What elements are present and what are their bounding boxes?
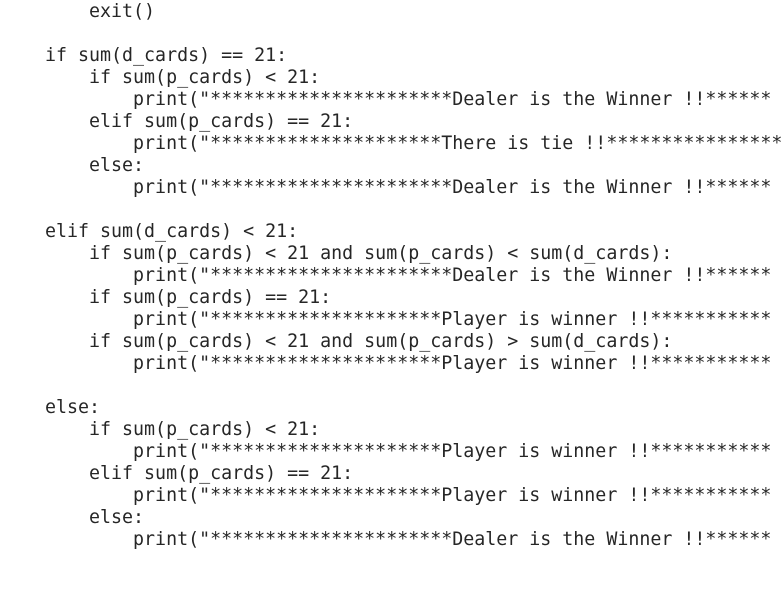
code-line-14: if sum(p_cards) == 21: — [45, 287, 332, 308]
code-line-17: print("*********************Player is wi… — [45, 353, 772, 374]
code-line-23: print("*********************Player is wi… — [45, 485, 772, 506]
code-line-25: print("**********************Dealer is t… — [45, 529, 772, 550]
code-line-21: print("*********************Player is wi… — [45, 441, 772, 462]
code-line-9: print("**********************Dealer is t… — [45, 177, 772, 198]
code-line-20: if sum(p_cards) < 21: — [45, 419, 321, 440]
code-line-12: if sum(p_cards) < 21 and sum(p_cards) < … — [45, 243, 673, 264]
code-line-5: print("**********************Dealer is t… — [45, 89, 772, 110]
code-line-8: else: — [45, 155, 145, 176]
code-line-13: print("**********************Dealer is t… — [45, 265, 772, 286]
code-line-7: print("*********************There is tie… — [45, 133, 782, 154]
code-line-22: elif sum(p_cards) == 21: — [45, 463, 354, 484]
code-line-19: else: — [45, 397, 101, 418]
code-line-24: else: — [45, 507, 145, 528]
code-line-16: if sum(p_cards) < 21 and sum(p_cards) > … — [45, 331, 673, 352]
code-line-6: elif sum(p_cards) == 21: — [45, 111, 354, 132]
code-line-15: print("*********************Player is wi… — [45, 309, 772, 330]
code-editor[interactable]: exit() if sum(d_cards) == 21: if sum(p_c… — [0, 0, 782, 597]
code-line-3: if sum(d_cards) == 21: — [45, 45, 288, 66]
code-line-11: elif sum(d_cards) < 21: — [45, 221, 299, 242]
code-line-4: if sum(p_cards) < 21: — [45, 67, 321, 88]
code-line-1: exit() — [45, 1, 156, 22]
